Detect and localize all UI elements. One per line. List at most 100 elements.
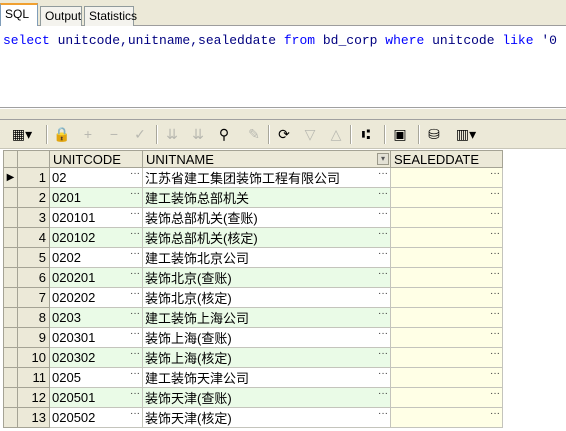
cell-sealeddate[interactable]: ··· (390, 207, 503, 228)
cell-unitname[interactable]: 建工装饰上海公司 ··· (142, 307, 391, 328)
tab-sql[interactable]: SQL (0, 3, 38, 27)
cell-editor-button[interactable]: ··· (130, 349, 140, 360)
previous-page-icon[interactable]: △ (326, 124, 346, 144)
cell-unitname[interactable]: 装饰天津(查账) ··· (142, 387, 391, 408)
cell-editor-button[interactable]: ··· (490, 409, 500, 420)
cell-editor-button[interactable]: ··· (378, 229, 388, 240)
table-row[interactable]: 4 020102 ··· 装饰总部机关(核定) ··· ··· (3, 227, 503, 248)
query-by-example-icon[interactable]: ⇊ (162, 124, 182, 144)
cell-editor-button[interactable]: ··· (130, 249, 140, 260)
cell-editor-button[interactable]: ··· (378, 369, 388, 380)
table-row[interactable]: 2 0201 ··· 建工装饰总部机关 ··· ··· (3, 187, 503, 208)
cell-editor-button[interactable]: ··· (378, 169, 388, 180)
cell-editor-button[interactable]: ··· (378, 329, 388, 340)
next-page-icon[interactable]: ▽ (300, 124, 320, 144)
export-icon[interactable]: ⛁ (424, 124, 444, 144)
cell-editor-button[interactable]: ··· (490, 329, 500, 340)
refresh-icon[interactable]: ⟳ (274, 124, 294, 144)
cell-editor-button[interactable]: ··· (378, 249, 388, 260)
chart-icon[interactable]: ▥▾ (450, 124, 482, 144)
tree-icon[interactable]: ⑆ (356, 124, 376, 144)
cell-sealeddate[interactable]: ··· (390, 267, 503, 288)
cell-unitcode[interactable]: 020102 ··· (49, 227, 143, 248)
table-row[interactable]: 11 0205 ··· 建工装饰天津公司 ··· ··· (3, 367, 503, 388)
splitter[interactable] (0, 108, 566, 120)
cell-unitcode[interactable]: 020201 ··· (49, 267, 143, 288)
cell-editor-button[interactable]: ··· (490, 249, 500, 260)
cell-editor-button[interactable]: ··· (490, 309, 500, 320)
cell-editor-button[interactable]: ··· (490, 229, 500, 240)
cell-unitname[interactable]: 建工装饰天津公司 ··· (142, 367, 391, 388)
cell-sealeddate[interactable]: ··· (390, 247, 503, 268)
save-icon[interactable]: ▣ (390, 124, 410, 144)
cell-unitcode[interactable]: 020202 ··· (49, 287, 143, 308)
cell-editor-button[interactable]: ··· (378, 349, 388, 360)
cell-sealeddate[interactable]: ··· (390, 167, 503, 188)
cell-unitname[interactable]: 装饰上海(查账) ··· (142, 327, 391, 348)
cell-editor-button[interactable]: ··· (130, 389, 140, 400)
cell-editor-button[interactable]: ··· (130, 369, 140, 380)
table-row[interactable]: 9 020301 ··· 装饰上海(查账) ··· ··· (3, 327, 503, 348)
cell-editor-button[interactable]: ··· (378, 309, 388, 320)
cell-unitcode[interactable]: 020301 ··· (49, 327, 143, 348)
cell-editor-button[interactable]: ··· (130, 269, 140, 280)
cell-unitcode[interactable]: 0201 ··· (49, 187, 143, 208)
table-row[interactable]: 6 020201 ··· 装饰北京(查账) ··· ··· (3, 267, 503, 288)
table-row[interactable]: 7 020202 ··· 装饰北京(核定) ··· ··· (3, 287, 503, 308)
table-row[interactable]: 8 0203 ··· 建工装饰上海公司 ··· ··· (3, 307, 503, 328)
cell-unitname[interactable]: 装饰北京(核定) ··· (142, 287, 391, 308)
cell-unitname[interactable]: 建工装饰总部机关 ··· (142, 187, 391, 208)
cell-sealeddate[interactable]: ··· (390, 407, 503, 428)
column-menu-icon[interactable]: ▾ (377, 153, 389, 165)
table-row[interactable]: 3 020101 ··· 装饰总部机关(查账) ··· ··· (3, 207, 503, 228)
cell-editor-button[interactable]: ··· (130, 189, 140, 200)
sql-editor[interactable]: select unitcode,unitname,sealeddate from… (0, 26, 566, 108)
clear-icon[interactable]: ✎ (244, 124, 264, 144)
cell-unitcode[interactable]: 0205 ··· (49, 367, 143, 388)
table-row[interactable]: 13 020502 ··· 装饰天津(核定) ··· ··· (3, 407, 503, 428)
cell-editor-button[interactable]: ··· (490, 349, 500, 360)
cell-editor-button[interactable]: ··· (378, 409, 388, 420)
cell-unitcode[interactable]: 02 ··· (49, 167, 143, 188)
cell-unitname[interactable]: 装饰总部机关(查账) ··· (142, 207, 391, 228)
tab-statistics[interactable]: Statistics (84, 6, 137, 26)
table-row[interactable]: 10 020302 ··· 装饰上海(核定) ··· ··· (3, 347, 503, 368)
column-header-sealeddate[interactable]: SEALEDDATE (390, 150, 503, 168)
tab-output[interactable]: Output (40, 6, 82, 26)
table-row[interactable]: 5 0202 ··· 建工装饰北京公司 ··· ··· (3, 247, 503, 268)
cell-unitname[interactable]: 装饰北京(查账) ··· (142, 267, 391, 288)
lock-icon[interactable]: 🔒 (52, 124, 72, 144)
cell-editor-button[interactable]: ··· (490, 369, 500, 380)
cell-sealeddate[interactable]: ··· (390, 307, 503, 328)
column-header-unitname[interactable]: UNITNAME ▾ (142, 150, 391, 168)
cell-unitname[interactable]: 装饰总部机关(核定) ··· (142, 227, 391, 248)
cell-editor-button[interactable]: ··· (130, 289, 140, 300)
cell-unitcode[interactable]: 0203 ··· (49, 307, 143, 328)
cell-unitname[interactable]: 江苏省建工集团装饰工程有限公司 ··· (142, 167, 391, 188)
add-record-icon[interactable]: + (78, 124, 98, 144)
post-changes-icon[interactable]: ✓ (130, 124, 150, 144)
cell-editor-button[interactable]: ··· (378, 209, 388, 220)
cell-editor-button[interactable]: ··· (130, 329, 140, 340)
cell-editor-button[interactable]: ··· (490, 389, 500, 400)
cell-sealeddate[interactable]: ··· (390, 387, 503, 408)
cell-sealeddate[interactable]: ··· (390, 347, 503, 368)
cell-sealeddate[interactable]: ··· (390, 367, 503, 388)
cell-unitname[interactable]: 建工装饰北京公司 ··· (142, 247, 391, 268)
column-header-unitcode[interactable]: UNITCODE (49, 150, 143, 168)
cell-unitname[interactable]: 装饰天津(核定) ··· (142, 407, 391, 428)
grid-mode-icon[interactable]: ▦▾ (6, 124, 38, 144)
cell-editor-button[interactable]: ··· (490, 189, 500, 200)
find-icon[interactable]: ⚲ (214, 124, 234, 144)
cell-unitname[interactable]: 装饰上海(核定) ··· (142, 347, 391, 368)
cell-sealeddate[interactable]: ··· (390, 227, 503, 248)
cell-sealeddate[interactable]: ··· (390, 287, 503, 308)
cell-editor-button[interactable]: ··· (130, 209, 140, 220)
cell-editor-button[interactable]: ··· (130, 169, 140, 180)
cell-editor-button[interactable]: ··· (490, 209, 500, 220)
table-row[interactable]: ▶ 1 02 ··· 江苏省建工集团装饰工程有限公司 ··· ··· (3, 167, 503, 188)
delete-record-icon[interactable]: − (104, 124, 124, 144)
cell-unitcode[interactable]: 020502 ··· (49, 407, 143, 428)
cell-editor-button[interactable]: ··· (490, 289, 500, 300)
cell-unitcode[interactable]: 020501 ··· (49, 387, 143, 408)
